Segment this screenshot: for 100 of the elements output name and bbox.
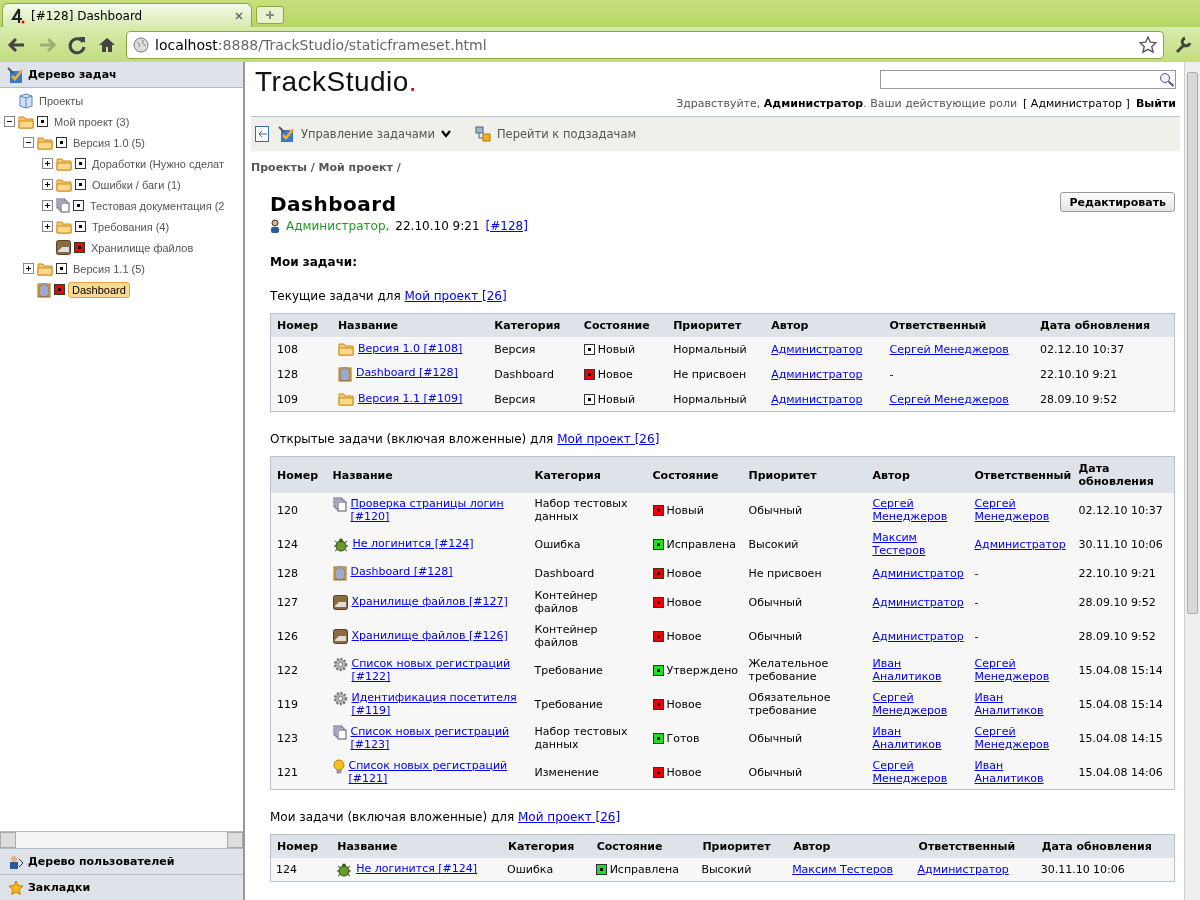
user-link[interactable]: Администратор <box>872 629 964 643</box>
vertical-scrollbar[interactable] <box>1184 62 1200 900</box>
tree-item[interactable]: Хранилище файлов <box>88 240 197 255</box>
user-link[interactable]: Сергей Менеджеров <box>872 759 963 785</box>
user-link[interactable]: Сергей Менеджеров <box>974 725 1067 751</box>
user-link[interactable]: Сергей Менеджеров <box>974 657 1067 683</box>
user-link[interactable]: Администратор <box>771 367 863 381</box>
column-header[interactable]: Состояние <box>577 313 668 337</box>
column-header[interactable]: Название <box>331 313 489 337</box>
project-link[interactable]: Мой проект [26] <box>404 289 507 303</box>
caret-icon[interactable] <box>440 130 451 138</box>
task-link[interactable]: Не логинится [#124] <box>356 862 478 875</box>
task-link[interactable]: Версия 1.0 [#108] <box>357 342 463 355</box>
horizontal-scrollbar[interactable] <box>0 831 243 848</box>
column-header[interactable]: Ответственный <box>912 834 1036 858</box>
panel-header[interactable]: Закладки <box>0 874 243 900</box>
search-field[interactable] <box>880 70 1176 89</box>
column-header[interactable]: Приоритет <box>696 834 788 858</box>
column-header[interactable]: Номер <box>270 456 327 493</box>
tree-item[interactable]: Тестовая документация (2 <box>87 198 228 213</box>
task-link[interactable]: Список новых регистраций [#123] <box>350 725 523 751</box>
sidebar-toggle-icon[interactable] <box>255 126 269 142</box>
tree-item[interactable]: Мой проект (3) <box>51 114 133 129</box>
user-link[interactable]: Сергей Менеджеров <box>872 497 963 523</box>
tree-item[interactable]: Проекты <box>36 93 87 108</box>
task-link[interactable]: Список новых регистраций [#122] <box>351 657 523 683</box>
column-header[interactable]: Приоритет <box>667 313 766 337</box>
project-link[interactable]: Мой проект [26] <box>518 810 621 824</box>
column-header[interactable]: Номер <box>270 313 332 337</box>
expand-toggle[interactable] <box>42 158 53 169</box>
column-header[interactable]: Категория <box>488 313 578 337</box>
user-link[interactable]: Администратор <box>974 537 1066 551</box>
user-link[interactable]: Максим Тестеров <box>872 531 963 557</box>
user-link[interactable]: Иван Аналитиков <box>872 657 963 683</box>
tree-item[interactable]: Версия 1.1 (5) <box>70 261 149 276</box>
project-link[interactable]: Мой проект [26] <box>557 432 660 446</box>
task-link[interactable]: Проверка страницы логин [#120] <box>350 497 523 523</box>
collapse-toggle[interactable] <box>23 137 34 148</box>
task-id-link[interactable]: [#128] <box>485 219 528 233</box>
expand-toggle[interactable] <box>42 221 53 232</box>
user-link[interactable]: Сергей Менеджеров <box>872 691 963 717</box>
tree-item[interactable]: Dashboard <box>68 281 130 298</box>
column-header[interactable]: Дата обновления <box>1072 456 1175 493</box>
tree-item[interactable]: Требования (4) <box>89 219 173 234</box>
expand-toggle[interactable] <box>42 179 53 190</box>
column-header[interactable]: Состояние <box>646 456 743 493</box>
column-header[interactable]: Состояние <box>590 834 697 858</box>
column-header[interactable]: Дата обновления <box>1033 313 1175 337</box>
logout-link[interactable]: Выйти <box>1135 97 1176 110</box>
column-header[interactable]: Категория <box>502 834 591 858</box>
toolbar-button[interactable]: Управление задачами <box>277 125 451 143</box>
user-link[interactable]: Иван Аналитиков <box>974 759 1067 785</box>
toolbar-button[interactable]: Перейти к подзадачам <box>474 126 637 142</box>
address-bar[interactable]: localhost:8888/TrackStudio/staticframeset.html <box>126 30 1164 59</box>
column-header[interactable]: Категория <box>528 456 647 493</box>
user-link[interactable]: Максим Тестеров <box>792 863 893 876</box>
collapse-toggle[interactable] <box>4 116 15 127</box>
user-link[interactable]: Администратор <box>872 595 964 609</box>
user-link[interactable]: Сергей Менеджеров <box>974 497 1067 523</box>
task-link[interactable]: Dashboard [#128] <box>355 366 458 379</box>
breadcrumb[interactable]: Проекты / Мой проект / <box>251 161 1180 174</box>
task-link[interactable]: Версия 1.1 [#109] <box>357 392 463 405</box>
edit-button[interactable]: Редактировать <box>1060 192 1175 212</box>
user-link[interactable]: Администратор <box>771 392 863 406</box>
tree-item[interactable]: Доработки (Нужно сделат <box>89 156 227 171</box>
user-link[interactable]: Сергей Менеджеров <box>889 342 1009 356</box>
panel-header[interactable]: Дерево пользователей <box>0 848 243 874</box>
tree-item[interactable]: Версия 1.0 (5) <box>70 135 149 150</box>
column-header[interactable]: Автор <box>866 456 969 493</box>
panel-title[interactable]: Дерево задач <box>28 68 117 81</box>
close-icon[interactable] <box>235 11 243 20</box>
column-header[interactable]: Ответственный <box>968 456 1073 493</box>
star-icon[interactable] <box>1139 35 1157 54</box>
task-link[interactable]: Не логинится [#124] <box>352 536 474 550</box>
tree-item[interactable]: Ошибки / баги (1) <box>89 177 184 192</box>
task-link[interactable]: Список новых регистраций [#121] <box>348 759 523 785</box>
task-link[interactable]: Хранилище файлов [#127] <box>351 594 508 608</box>
user-link[interactable]: Иван Аналитиков <box>872 725 963 751</box>
column-header[interactable]: Название <box>326 456 529 493</box>
column-header[interactable]: Автор <box>765 313 884 337</box>
expand-toggle[interactable] <box>42 200 53 211</box>
search-icon[interactable] <box>1159 72 1175 87</box>
expand-toggle[interactable] <box>23 263 34 274</box>
new-tab-button[interactable] <box>256 6 284 24</box>
task-link[interactable]: Dashboard [#128] <box>350 565 453 578</box>
user-link[interactable]: Администратор <box>872 566 964 580</box>
column-header[interactable]: Приоритет <box>742 456 867 493</box>
column-header[interactable]: Дата обновления <box>1035 834 1175 858</box>
user-link[interactable]: Администратор <box>771 342 863 356</box>
user-link[interactable]: Сергей Менеджеров <box>889 392 1009 406</box>
user-link[interactable]: Администратор <box>917 863 1009 876</box>
task-link[interactable]: Идентификация посетителя [#119] <box>351 691 523 717</box>
user-link[interactable]: Иван Аналитиков <box>974 691 1067 717</box>
task-link[interactable]: Хранилище файлов [#126] <box>351 628 508 642</box>
status-label: Утверждено <box>666 663 739 677</box>
column-header[interactable]: Номер <box>270 834 332 858</box>
column-header[interactable]: Название <box>331 834 503 858</box>
column-header[interactable]: Автор <box>787 834 913 858</box>
column-header[interactable]: Ответственный <box>883 313 1034 337</box>
browser-tab[interactable]: [#128] Dashboard <box>2 3 252 27</box>
